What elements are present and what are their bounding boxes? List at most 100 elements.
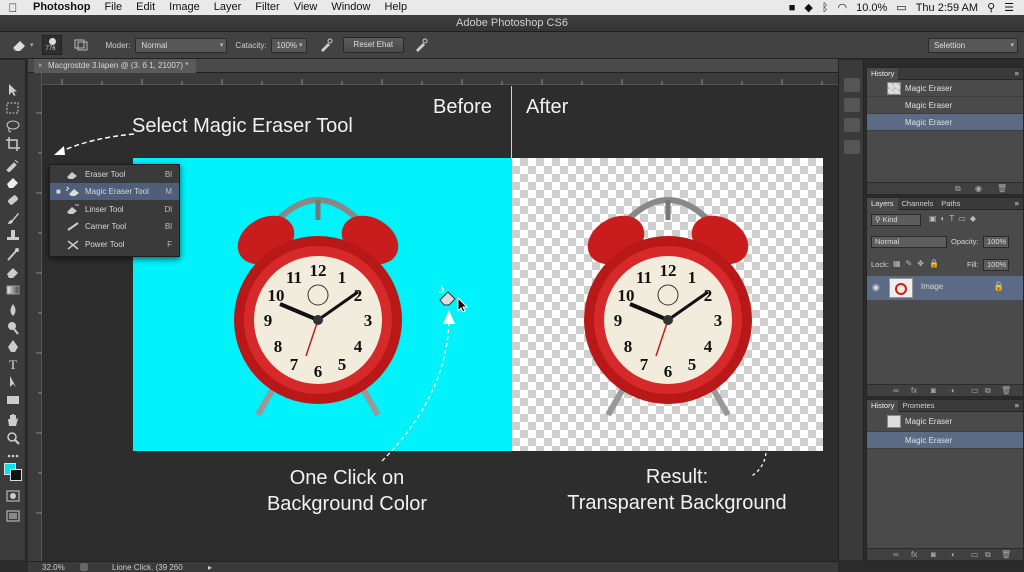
move-tool-icon[interactable] <box>4 82 22 98</box>
tab-layers[interactable]: Layers <box>867 197 898 210</box>
eraser-tool-icon[interactable] <box>4 174 22 190</box>
lasso-tool-icon[interactable] <box>4 118 22 134</box>
menu-file[interactable]: File <box>97 0 129 15</box>
menu-app-photoshop[interactable]: Photoshop <box>26 0 97 15</box>
rectangle-tool-icon[interactable] <box>4 392 22 408</box>
swatches-panel-icon[interactable] <box>844 140 860 154</box>
history-item[interactable]: Magic Eraser <box>867 412 1023 432</box>
properties-panel-icon[interactable] <box>844 118 860 132</box>
quick-mask-icon[interactable] <box>4 488 22 504</box>
add-mask-icon[interactable]: ◙ <box>931 549 936 561</box>
link-layers-icon[interactable]: ∞ <box>893 549 899 561</box>
brush-preset-picker[interactable]: 776 <box>41 35 62 55</box>
battery-percent[interactable]: 10.0% <box>856 2 887 14</box>
close-icon[interactable]: × <box>38 59 43 73</box>
tab-paths[interactable]: Paths <box>937 198 964 210</box>
crop-tool-icon[interactable] <box>4 136 22 152</box>
eraser-tool-2-icon[interactable] <box>4 264 22 280</box>
menu-help[interactable]: Help <box>377 0 414 15</box>
history-item[interactable]: Magic Eraser <box>867 80 1023 97</box>
filter-kind-select[interactable]: ⚲ Kind <box>871 214 921 226</box>
menu-view[interactable]: View <box>287 0 325 15</box>
notification-center-icon[interactable]: ☰ <box>1004 1 1014 14</box>
toggle-brush-panel-icon[interactable] <box>70 35 92 55</box>
vertical-ruler[interactable] <box>28 73 42 561</box>
gradient-tool-icon[interactable] <box>4 282 22 298</box>
adjustment-layer-icon[interactable]: ◐ <box>951 549 956 561</box>
brush-tool-icon[interactable] <box>4 210 22 226</box>
flyout-power-tool[interactable]: Power Tool F <box>50 236 179 253</box>
blur-tool-icon[interactable] <box>4 302 22 318</box>
layer-style-icon[interactable]: fx <box>911 385 917 397</box>
document-canvas[interactable]: Select Magic Eraser Tool Before After 12… <box>42 86 838 561</box>
clone-stamp-tool-icon[interactable] <box>4 228 22 244</box>
history-brush-tool-icon[interactable] <box>4 246 22 262</box>
panel-menu-icon[interactable]: ≡ <box>1015 69 1023 78</box>
spotlight-icon[interactable]: ⚲ <box>987 1 995 14</box>
tab-history-2[interactable]: History <box>867 399 899 412</box>
path-selection-tool-icon[interactable] <box>4 374 22 390</box>
after-image-transparent[interactable]: 12 1 2 345 678 9 10 11 <box>512 158 823 451</box>
menu-filter[interactable]: Filter <box>248 0 286 15</box>
layer-style-icon[interactable]: fx <box>911 549 917 561</box>
menu-window[interactable]: Window <box>324 0 377 15</box>
adjustment-layer-icon[interactable]: ◐ <box>951 385 956 397</box>
pressure-icon[interactable] <box>410 35 432 55</box>
history-item-selected[interactable]: Magic Eraser <box>867 432 1023 449</box>
history-item-selected[interactable]: Magic Eraser <box>867 114 1023 131</box>
wifi-icon[interactable]: ◠ <box>837 1 847 14</box>
dodge-tool-icon[interactable] <box>4 320 22 336</box>
create-snapshot-icon[interactable]: ◉ <box>975 183 982 195</box>
new-document-from-state-icon[interactable]: ⧉ <box>955 183 961 195</box>
zoom-level[interactable]: 32.0% <box>42 562 65 572</box>
history-panel-icon[interactable] <box>844 78 860 92</box>
tab-prometes[interactable]: Prometes <box>898 400 938 412</box>
eye-visibility-icon[interactable]: ◉ <box>872 282 880 293</box>
add-mask-icon[interactable]: ◙ <box>931 385 936 397</box>
capacity-select[interactable]: 100% <box>270 37 307 53</box>
new-group-icon[interactable]: ▭ <box>971 549 979 561</box>
fill-input[interactable]: 100% <box>983 259 1009 271</box>
layer-filter-icons[interactable]: ▣◐T▭◆ <box>929 214 980 223</box>
workspace-select[interactable]: Selettion <box>928 37 1018 53</box>
more-tools-icon[interactable] <box>4 448 22 464</box>
bluetooth-icon[interactable]: ᛒ <box>822 2 829 14</box>
actions-panel-icon[interactable] <box>844 98 860 112</box>
link-layers-icon[interactable]: ∞ <box>893 385 899 397</box>
reset-button[interactable]: Reset Ehat <box>342 37 405 53</box>
zoom-tool-icon[interactable] <box>4 430 22 446</box>
pen-tool-icon[interactable] <box>4 338 22 354</box>
apple-icon[interactable]:  <box>0 1 26 15</box>
type-tool-icon[interactable]: T <box>4 356 22 372</box>
eraser-icon[interactable] <box>8 35 30 55</box>
opacity-input[interactable]: 100% <box>983 236 1009 248</box>
mute-icon[interactable]: ■ <box>789 2 796 14</box>
flyout-eraser-tool[interactable]: Eraser Tool Bl <box>50 166 179 183</box>
trash-icon[interactable]: 🗑 <box>1001 549 1011 561</box>
new-layer-icon[interactable]: ⧉ <box>985 549 991 561</box>
lock-icons[interactable]: ▦✎✥🔒 <box>893 259 944 268</box>
tab-history[interactable]: History <box>867 67 899 80</box>
chevron-down-icon[interactable]: ▾ <box>30 41 34 49</box>
flyout-magic-eraser-tool[interactable]: ■ Magic Eraser Tool M <box>50 183 179 200</box>
screen-mode-icon[interactable] <box>4 508 22 524</box>
trash-icon[interactable]: 🗑 <box>997 183 1007 195</box>
menu-layer[interactable]: Layer <box>207 0 249 15</box>
panel-menu-icon[interactable]: ≡ <box>1015 401 1023 410</box>
new-group-icon[interactable]: ▭ <box>971 385 979 397</box>
layer-row-image[interactable]: ◉ Image 🔒 <box>867 276 1023 300</box>
status-mode-icon[interactable] <box>80 563 88 571</box>
eyedropper-tool-icon[interactable] <box>4 156 22 173</box>
airbrush-icon[interactable] <box>315 35 337 55</box>
flyout-carner-tool[interactable]: Carner Tool Bl <box>50 218 179 235</box>
tab-channels[interactable]: Channels <box>898 198 938 210</box>
menu-image[interactable]: Image <box>162 0 207 15</box>
marquee-tool-icon[interactable] <box>4 100 22 116</box>
dropbox-icon[interactable]: ◆ <box>804 1 812 14</box>
new-layer-icon[interactable]: ⧉ <box>985 385 991 397</box>
status-expand-icon[interactable]: ▸ <box>208 562 212 572</box>
hand-tool-icon[interactable] <box>4 412 22 428</box>
blend-mode-select[interactable]: Normal <box>871 236 947 248</box>
flyout-linser-tool[interactable]: Linser Tool Dl <box>50 201 179 218</box>
mode-select[interactable]: Normal <box>135 37 228 53</box>
